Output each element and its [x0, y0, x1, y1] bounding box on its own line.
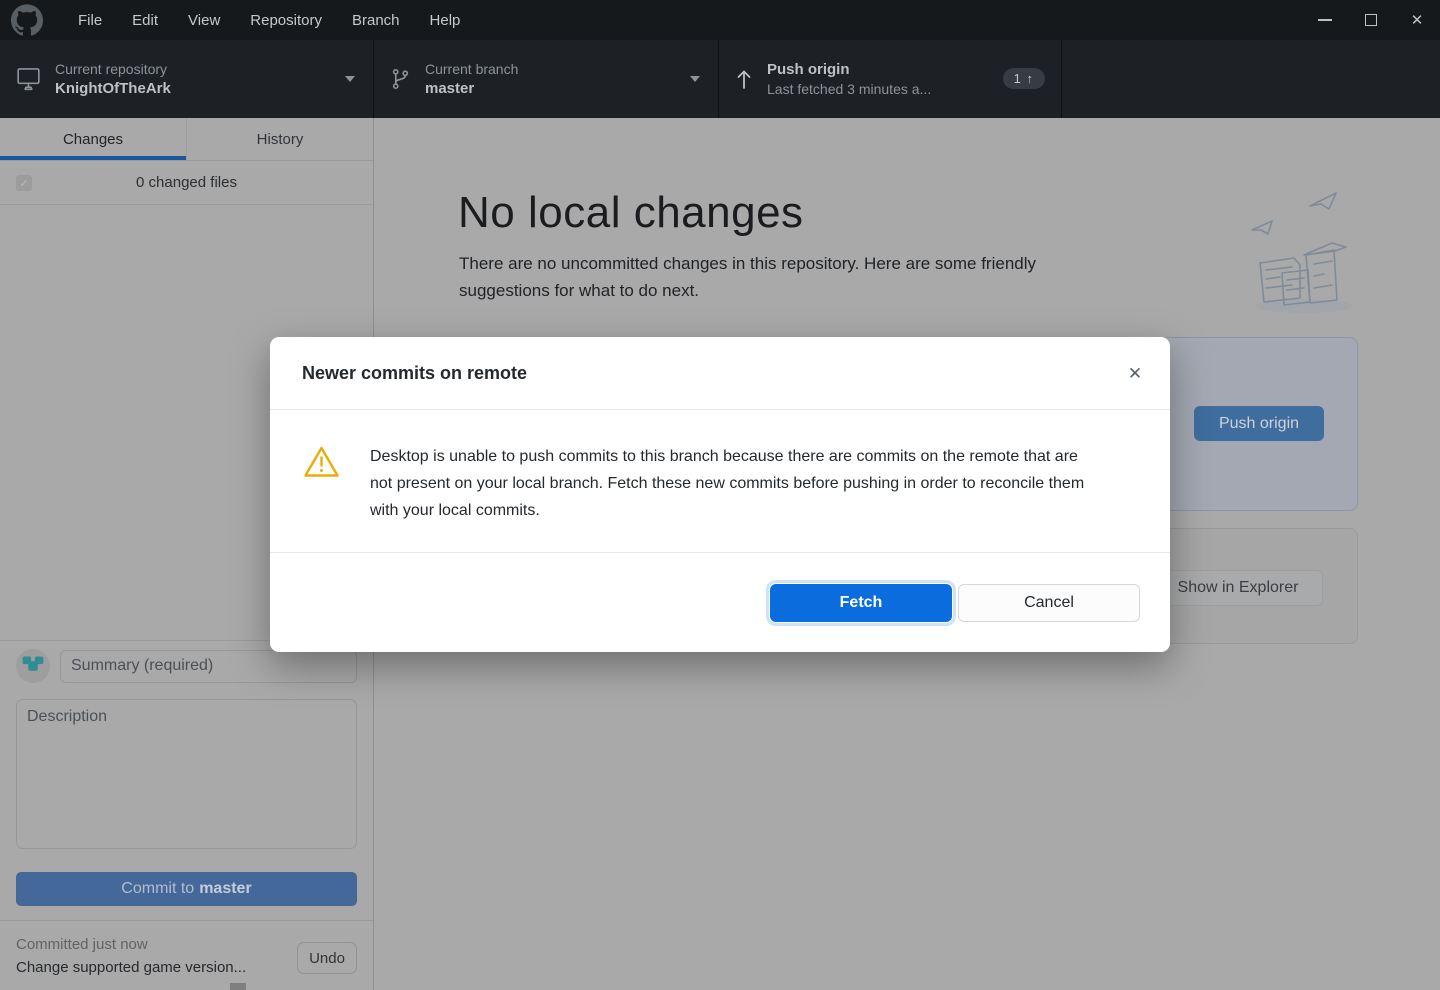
- cancel-button[interactable]: Cancel: [958, 583, 1140, 622]
- commit-form: Commit tomaster: [0, 640, 373, 920]
- current-repository-label: Current repository: [55, 60, 168, 77]
- avatar: [16, 649, 50, 683]
- page-subtitle: There are no uncommitted changes in this…: [459, 254, 1037, 300]
- push-origin-title: Push origin: [767, 60, 850, 78]
- window-controls: ✕: [1302, 0, 1440, 40]
- undo-button[interactable]: Undo: [297, 942, 357, 974]
- arrow-up-icon: [737, 70, 751, 89]
- show-in-explorer-button[interactable]: Show in Explorer: [1153, 570, 1323, 606]
- select-all-checkbox[interactable]: ✓: [16, 175, 32, 191]
- menu-file[interactable]: File: [63, 0, 117, 40]
- computer-icon: [17, 68, 40, 91]
- dialog-footer: Fetch Cancel: [270, 553, 1170, 652]
- menu-repository[interactable]: Repository: [235, 0, 337, 40]
- commit-button-branch: master: [199, 880, 252, 897]
- dialog-header: Newer commits on remote ✕: [270, 337, 1170, 410]
- git-branch-icon: [392, 68, 409, 90]
- close-button[interactable]: ✕: [1394, 0, 1440, 40]
- push-origin-toolbar-button[interactable]: Push origin Last fetched 3 minutes a... …: [719, 40, 1062, 118]
- current-branch-selector[interactable]: Current branch master: [374, 40, 719, 118]
- menu-view[interactable]: View: [173, 0, 235, 40]
- current-repository-value: KnightOfTheArk: [55, 79, 171, 97]
- menu-edit[interactable]: Edit: [117, 0, 173, 40]
- changed-files-count: 0 changed files: [136, 174, 237, 191]
- chevron-down-icon: [690, 76, 700, 82]
- scrollbar-artifact: [230, 983, 246, 990]
- tab-changes[interactable]: Changes: [0, 118, 187, 160]
- current-branch-value: master: [425, 79, 475, 97]
- app-window: File Edit View Repository Branch Help ✕ …: [0, 0, 1440, 990]
- minimize-button[interactable]: [1302, 0, 1348, 40]
- description-input[interactable]: [16, 699, 357, 849]
- minimize-icon: [1318, 19, 1332, 21]
- commit-button[interactable]: Commit to master: [16, 872, 357, 906]
- active-tab-underline: [0, 156, 186, 160]
- avatar-identicon: [22, 656, 44, 671]
- menu-help[interactable]: Help: [415, 0, 476, 40]
- chevron-down-icon: [345, 76, 355, 82]
- warning-icon: [303, 445, 340, 552]
- commit-button-prefix: Commit to: [121, 880, 195, 897]
- menu-bar: File Edit View Repository Branch Help: [63, 0, 475, 40]
- summary-input[interactable]: [60, 649, 357, 683]
- titlebar: File Edit View Repository Branch Help ✕: [0, 0, 1440, 40]
- tab-changes-label: Changes: [62, 130, 124, 148]
- changed-files-row: ✓ 0 changed files: [0, 161, 373, 205]
- newer-commits-dialog: Newer commits on remote ✕ Desktop is una…: [270, 337, 1170, 652]
- tab-history-label: History: [256, 130, 304, 148]
- page-title: No local changes: [458, 188, 804, 237]
- ahead-commits-badge: 1 ↑: [1002, 68, 1045, 89]
- fetch-button[interactable]: Fetch: [770, 583, 952, 622]
- last-commit-bar: Committed just now Change supported game…: [0, 920, 373, 990]
- menu-branch[interactable]: Branch: [337, 0, 415, 40]
- maximize-icon: [1365, 14, 1377, 26]
- sidebar-tabs: Changes History: [0, 118, 373, 161]
- push-origin-subtitle: Last fetched 3 minutes a...: [767, 80, 932, 97]
- tab-history[interactable]: History: [187, 118, 373, 160]
- current-repository-selector[interactable]: Current repository KnightOfTheArk: [0, 40, 374, 118]
- no-changes-illustration: [1251, 192, 1352, 313]
- toolbar: Current repository KnightOfTheArk Curren…: [0, 40, 1440, 118]
- push-origin-card-button[interactable]: Push origin: [1194, 406, 1324, 441]
- dialog-message: Desktop is unable to push commits to thi…: [370, 448, 1085, 519]
- current-branch-label: Current branch: [425, 60, 519, 77]
- maximize-button[interactable]: [1348, 0, 1394, 40]
- dialog-close-button[interactable]: ✕: [1122, 361, 1148, 387]
- dialog-title: Newer commits on remote: [302, 362, 528, 383]
- close-icon: ✕: [1410, 12, 1424, 29]
- dialog-body: Desktop is unable to push commits to thi…: [270, 410, 1170, 553]
- toolbar-filler: [1062, 40, 1440, 118]
- github-logo-icon: [11, 4, 43, 36]
